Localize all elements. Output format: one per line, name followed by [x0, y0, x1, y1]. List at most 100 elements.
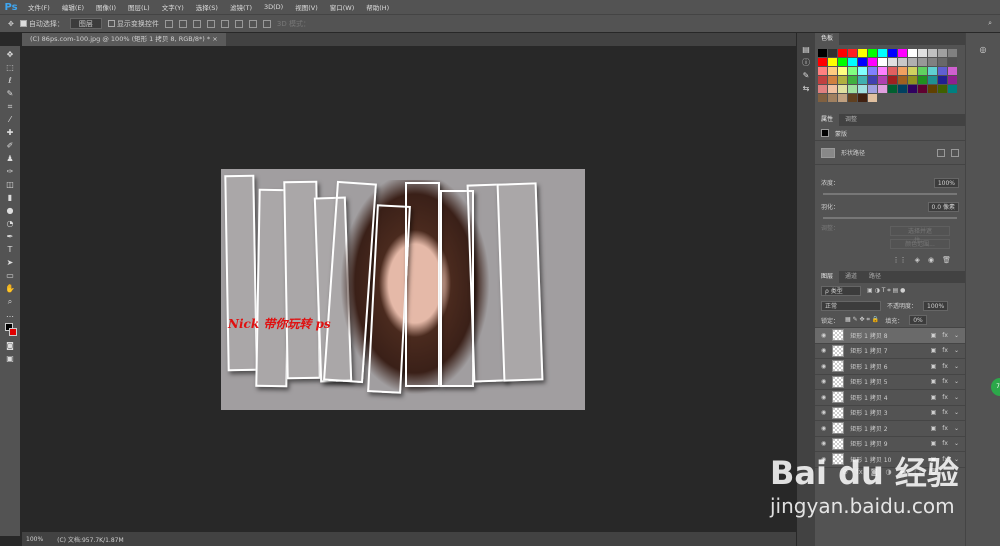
eye-icon[interactable]: ◉ — [821, 440, 826, 447]
layer-row[interactable]: ◉ 矩形 1 拷贝 8 ▣ fx ⌄ — [815, 328, 965, 344]
align-left-icon[interactable] — [206, 19, 215, 28]
chevron-down-icon[interactable]: ⌄ — [954, 409, 959, 416]
layer-name[interactable]: 矩形 1 拷贝 7 — [850, 346, 887, 355]
move-tool-icon[interactable]: ✥ — [8, 20, 14, 28]
color-swatch[interactable] — [898, 67, 907, 75]
color-swatch[interactable] — [818, 67, 827, 75]
color-swatch[interactable] — [928, 76, 937, 84]
libraries-icon[interactable]: ◎ — [978, 45, 988, 54]
color-swatch[interactable] — [828, 49, 837, 57]
color-swatch[interactable] — [858, 94, 867, 102]
color-swatch[interactable] — [898, 76, 907, 84]
align-hcenter-icon[interactable] — [220, 19, 229, 28]
color-swatch[interactable] — [898, 85, 907, 93]
color-swatch[interactable] — [938, 76, 947, 84]
document-size[interactable]: (C) 文档:957.7K/1.87M — [57, 535, 123, 544]
apply-icon[interactable]: ◈ — [915, 256, 920, 264]
color-swatch[interactable] — [868, 85, 877, 93]
layer-row[interactable]: ◉ 矩形 1 拷贝 7 ▣ fx ⌄ — [815, 344, 965, 359]
pen-tool-icon[interactable]: ✒ — [5, 232, 15, 241]
color-swatch[interactable] — [828, 85, 837, 93]
color-swatch[interactable] — [928, 49, 937, 57]
eye-icon[interactable]: ◉ — [821, 394, 826, 401]
marquee-tool-icon[interactable]: ⬚ — [5, 63, 15, 72]
filter-icons[interactable]: ▣ ◑ T ⌗ ▤ ● — [867, 287, 905, 295]
auto-select-dropdown[interactable]: 图层 — [69, 18, 102, 29]
eyedropper-tool-icon[interactable]: ⁄ — [5, 115, 15, 124]
color-swatch[interactable] — [908, 85, 917, 93]
color-swatch[interactable] — [908, 49, 917, 57]
zoom-tool-icon[interactable]: ⌕ — [5, 297, 15, 306]
color-swatch[interactable] — [948, 85, 957, 93]
color-swatch[interactable] — [848, 76, 857, 84]
color-swatch[interactable] — [918, 76, 927, 84]
color-swatch[interactable] — [938, 49, 947, 57]
color-swatch[interactable] — [928, 85, 937, 93]
menu-image[interactable]: 图像(I) — [90, 2, 122, 12]
chevron-down-icon[interactable]: ⌄ — [954, 332, 959, 339]
menu-type[interactable]: 文字(Y) — [156, 2, 190, 12]
color-swatch[interactable] — [888, 76, 897, 84]
color-swatch[interactable] — [848, 58, 857, 66]
eye-icon[interactable]: ◉ — [821, 425, 826, 432]
menu-select[interactable]: 选择(S) — [190, 2, 224, 12]
color-swatch[interactable] — [868, 94, 877, 102]
fill-input[interactable]: 0% — [909, 315, 927, 325]
color-swatch[interactable] — [938, 67, 947, 75]
layer-name[interactable]: 矩形 1 拷贝 6 — [850, 362, 887, 371]
tab-paths[interactable]: 路径 — [863, 271, 887, 283]
tab-layers[interactable]: 图层 — [815, 271, 840, 283]
vector-mask-thumb[interactable] — [821, 147, 835, 158]
color-swatch[interactable] — [948, 58, 957, 66]
color-swatch[interactable] — [828, 76, 837, 84]
history-icon[interactable]: ▤ — [801, 45, 811, 54]
screen-mode-icon[interactable]: ▣ — [5, 354, 15, 363]
feather-input[interactable]: 0.0 像素 — [927, 201, 959, 212]
shape-tool-icon[interactable]: ▭ — [5, 271, 15, 280]
menu-layer[interactable]: 图层(L) — [122, 2, 156, 12]
tab-properties[interactable]: 属性 — [815, 114, 840, 126]
layer-name[interactable]: 矩形 1 拷贝 2 — [850, 424, 887, 433]
color-swatch[interactable] — [868, 67, 877, 75]
color-swatch[interactable] — [888, 85, 897, 93]
color-swatch[interactable] — [818, 76, 827, 84]
menu-filter[interactable]: 滤镜(T) — [224, 2, 258, 12]
color-swatch[interactable] — [838, 85, 847, 93]
density-input[interactable]: 100% — [933, 177, 959, 188]
lasso-tool-icon[interactable]: ℓ — [5, 76, 15, 85]
layer-name[interactable]: 矩形 1 拷贝 9 — [850, 439, 887, 448]
fx-badge[interactable]: fx — [942, 394, 948, 401]
layer-row[interactable]: ◉ 矩形 1 拷贝 3 ▣ fx ⌄ — [815, 406, 965, 421]
trash-icon[interactable]: 🗑 — [942, 256, 951, 264]
color-swatch[interactable] — [888, 67, 897, 75]
fx-badge[interactable]: fx — [942, 332, 948, 339]
color-swatch[interactable] — [948, 76, 957, 84]
color-swatch[interactable] — [878, 76, 887, 84]
blend-mode-dropdown[interactable]: 正常 — [821, 300, 881, 311]
color-swatch[interactable] — [818, 85, 827, 93]
layer-row[interactable]: ◉ 矩形 1 拷贝 2 ▣ fx ⌄ — [815, 421, 965, 437]
apply-mask-icon[interactable] — [951, 148, 959, 157]
layer-name[interactable]: 矩形 1 拷贝 3 — [850, 408, 887, 417]
fx-badge[interactable]: fx — [942, 425, 948, 432]
color-swatch[interactable] — [878, 49, 887, 57]
color-range-button[interactable]: 颜色范围... — [890, 239, 950, 249]
color-swatch[interactable] — [848, 67, 857, 75]
move-tool-icon[interactable]: ✥ — [5, 50, 15, 59]
color-swatch[interactable] — [868, 49, 877, 57]
color-swatch[interactable] — [848, 49, 857, 57]
color-swatch[interactable] — [838, 94, 847, 102]
auto-select-checkbox[interactable]: 自动选择： — [19, 19, 64, 29]
layer-name[interactable]: 矩形 1 拷贝 8 — [850, 331, 887, 340]
color-swatch[interactable] — [918, 58, 927, 66]
show-transform-checkbox[interactable]: 显示变换控件 — [107, 19, 159, 29]
tab-swatches[interactable]: 色板 — [815, 33, 840, 45]
fx-badge[interactable]: fx — [942, 378, 948, 385]
feather-slider[interactable] — [823, 217, 957, 219]
search-icon[interactable]: ⌕ — [988, 19, 992, 28]
lock-icons[interactable]: ▦ ✎ ✥ ⌗ 🔒 — [845, 316, 879, 324]
color-swatch[interactable] — [878, 67, 887, 75]
opacity-input[interactable]: 100% — [923, 300, 949, 311]
layer-row[interactable]: ◉ 矩形 1 拷贝 4 ▣ fx ⌄ — [815, 390, 965, 406]
color-swatch[interactable] — [828, 58, 837, 66]
